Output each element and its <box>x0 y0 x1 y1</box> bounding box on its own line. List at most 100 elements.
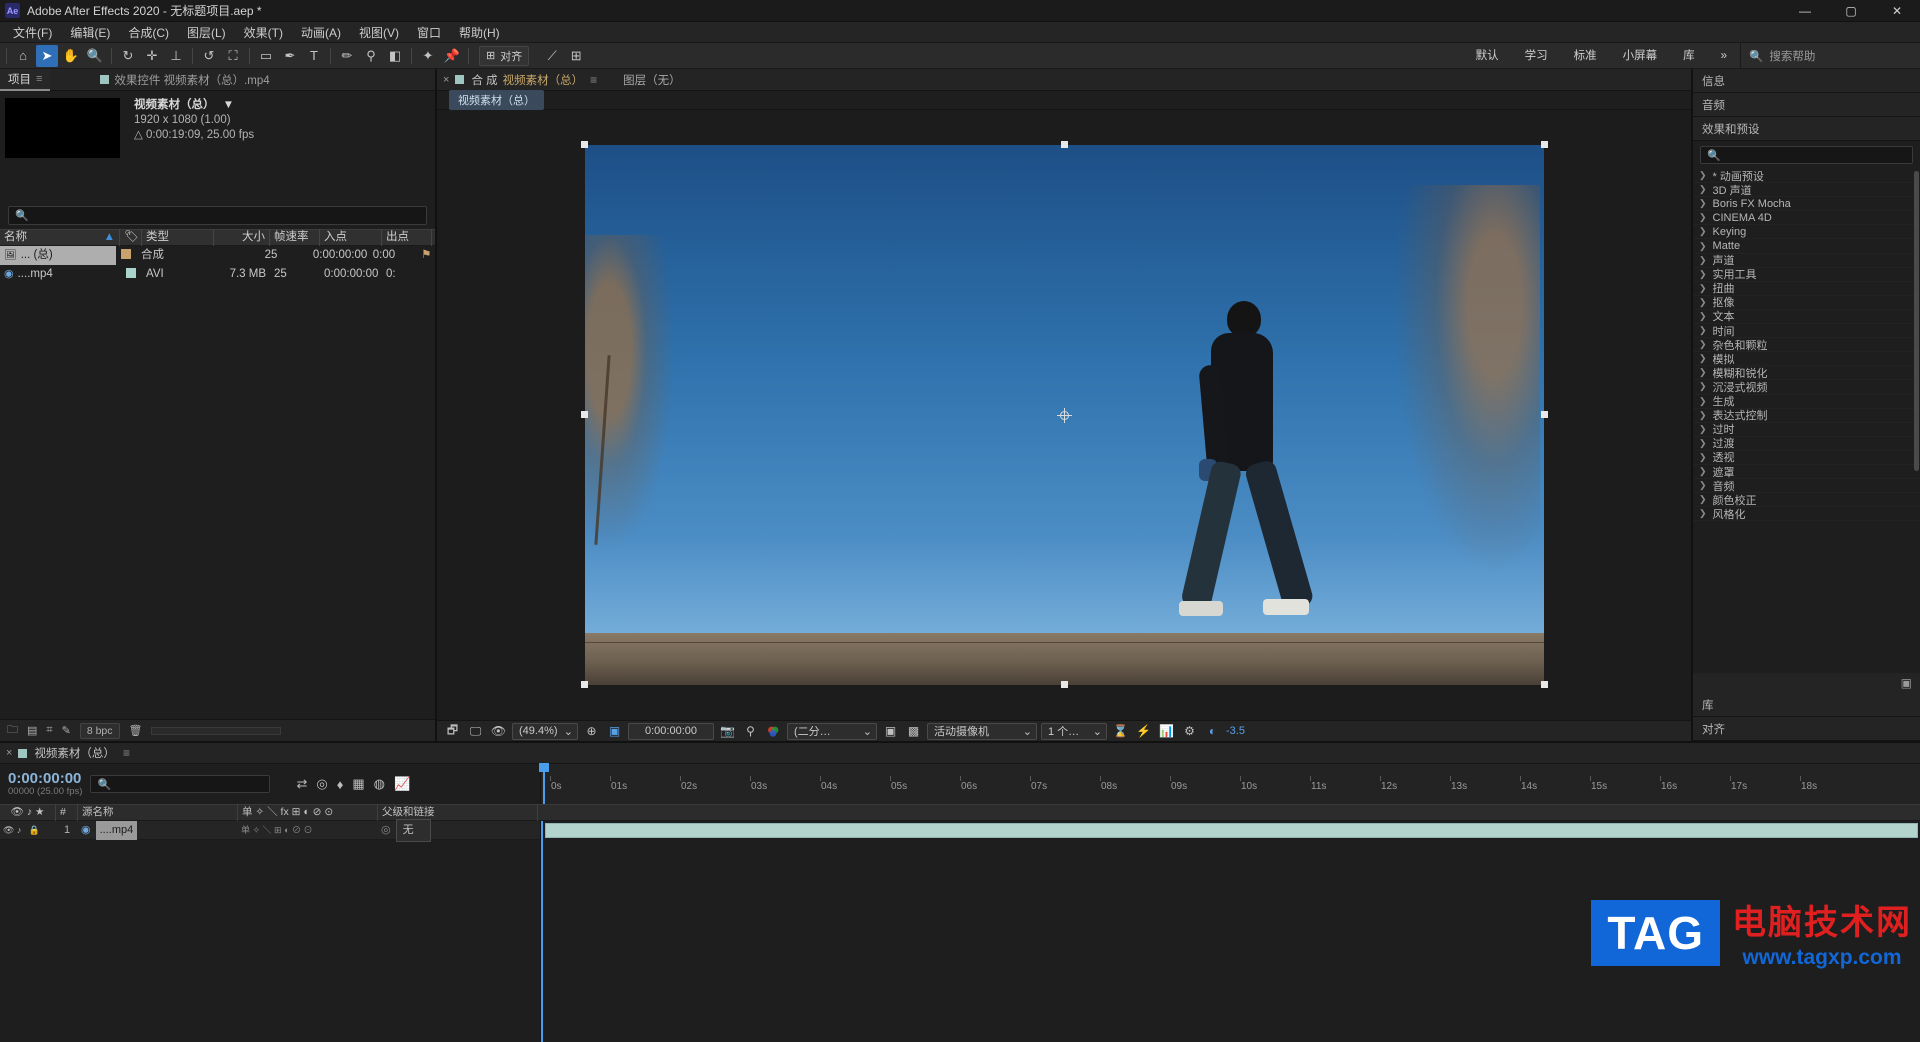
delete-icon[interactable]: 🗑 <box>129 724 143 737</box>
region-of-interest-icon[interactable]: 🖵 <box>466 723 485 740</box>
histogram-icon[interactable]: 📊 <box>1157 723 1176 740</box>
effects-category[interactable]: ❯ 风格化 <box>1693 507 1920 522</box>
exposure-icon[interactable]: ◐ <box>1203 723 1222 740</box>
maximize-button[interactable]: ▢ <box>1828 0 1874 22</box>
align-panel-button[interactable]: ⊞ 对齐 <box>479 45 530 66</box>
brush-tool-icon[interactable]: ✏ <box>336 45 358 67</box>
preview-dropdown-icon[interactable]: ▼ <box>223 99 234 111</box>
workspace-small-screen[interactable]: 小屏幕 <box>1610 43 1671 69</box>
menu-view[interactable]: 视图(V) <box>350 22 408 43</box>
selection-handle[interactable] <box>1060 141 1068 148</box>
project-search-input[interactable]: 🔍 <box>8 206 427 225</box>
column-framerate[interactable]: 帧速率 <box>270 229 320 246</box>
menu-effect[interactable]: 效果(T) <box>235 22 292 43</box>
effects-category[interactable]: ❯ 3D 声道 <box>1693 183 1920 198</box>
eraser-tool-icon[interactable]: ◧ <box>384 45 406 67</box>
effects-category[interactable]: ❯ Keying <box>1693 225 1920 240</box>
menu-layer[interactable]: 图层(L) <box>178 22 235 43</box>
resolution-select[interactable]: (二分… ⌄ <box>787 722 877 740</box>
anchor-point-icon[interactable] <box>1057 408 1072 423</box>
workspace-library[interactable]: 库 <box>1670 43 1708 69</box>
panel-library[interactable]: 库 <box>1693 693 1920 717</box>
renderer-icon[interactable]: ⚙ <box>1180 723 1199 740</box>
show-snapshot-icon[interactable]: ⚲ <box>741 723 760 740</box>
row-label-swatch[interactable] <box>120 265 142 284</box>
composition-tab-label[interactable]: 视频素材（总） <box>503 72 584 88</box>
panel-menu-icon[interactable]: ≡ <box>590 73 597 87</box>
layer-visibility-columns[interactable]: 👁 ♪ ★ 🔒 <box>0 804 56 835</box>
exposure-value[interactable]: -3.5 <box>1226 725 1245 737</box>
new-comp-icon[interactable]: ▤ <box>27 724 37 737</box>
selection-handle[interactable] <box>1060 681 1068 688</box>
panel-audio[interactable]: 音频 <box>1693 93 1920 117</box>
column-index[interactable]: # <box>56 804 78 821</box>
timeline-tab-label[interactable]: 视频素材（总） <box>34 745 115 761</box>
pan-behind-tool-icon[interactable]: ↺ <box>198 45 220 67</box>
color-depth-icon[interactable]: ✎ <box>62 724 71 737</box>
selection-tool-icon[interactable]: ➤ <box>36 44 58 67</box>
minimize-button[interactable]: — <box>1782 0 1828 22</box>
timeline-layer-row[interactable]: 👁 ♪ 🔒 1 ◉ ....mp4 单 ✧ ＼ ⊞ ◐ ⊘ ⊙ ◎ 无 <box>0 818 540 842</box>
shape-tool-icon[interactable]: ▭ <box>255 45 277 67</box>
column-name[interactable]: 名称 ▲ <box>0 229 120 246</box>
timeline-search-input[interactable]: 🔍 <box>90 775 271 793</box>
playhead[interactable] <box>539 763 549 804</box>
new-folder-icon[interactable]: 🗀 <box>7 721 18 740</box>
channel-icon[interactable] <box>764 723 783 740</box>
menu-help[interactable]: 帮助(H) <box>450 22 509 43</box>
panel-info[interactable]: 信息 <box>1693 69 1920 93</box>
toggle-mask-icon[interactable]: 👁 <box>489 723 508 740</box>
rotation-tool-icon[interactable]: ↻ <box>117 45 139 67</box>
workspace-learn[interactable]: 学习 <box>1512 43 1561 69</box>
layer-clip-bar[interactable] <box>545 823 1918 838</box>
column-out-point[interactable]: 出点 <box>382 229 432 246</box>
mask-tool-icon[interactable]: ⛶ <box>222 45 244 67</box>
workspace-more-button[interactable]: » <box>1708 43 1740 69</box>
always-preview-icon[interactable]: 🗗 <box>443 723 462 740</box>
graph-editor-icon[interactable]: 📈 <box>394 776 410 792</box>
layer-switches[interactable]: 单 ✧ ＼ ⊞ ◐ ⊘ ⊙ <box>238 821 378 840</box>
composition-viewer[interactable] <box>437 110 1691 720</box>
selection-handle[interactable] <box>580 681 588 688</box>
column-type[interactable]: 类型 <box>142 229 214 246</box>
menu-edit[interactable]: 编辑(E) <box>61 22 119 43</box>
column-source-name[interactable]: 源名称 <box>78 804 238 821</box>
type-tool-icon[interactable]: T <box>303 45 325 67</box>
column-switches[interactable]: 单 ✧ ＼ fx ⊞ ◐ ⊘ ⊙ <box>238 804 378 821</box>
close-button[interactable]: ✕ <box>1874 0 1920 22</box>
column-in-point[interactable]: 入点 <box>320 229 382 246</box>
effects-search-input[interactable]: 🔍 <box>1700 146 1913 164</box>
panel-menu-icon[interactable]: ≡ <box>123 746 130 760</box>
hand-tool-icon[interactable]: ✋ <box>60 45 82 67</box>
row-label-swatch[interactable] <box>116 246 137 265</box>
effects-category[interactable]: ❯ CINEMA 4D <box>1693 211 1920 226</box>
fast-preview-icon[interactable]: ⚡ <box>1134 723 1153 740</box>
toggle-transparency-icon[interactable]: ▣ <box>605 723 624 740</box>
timeline-icon[interactable]: ⌛ <box>1111 723 1130 740</box>
selection-handle[interactable] <box>1540 411 1548 418</box>
breadcrumb-comp-chip[interactable]: 视频素材（总） <box>449 90 544 110</box>
transparency-grid-icon[interactable]: ▩ <box>904 723 923 740</box>
menu-file[interactable]: 文件(F) <box>4 22 61 43</box>
column-size[interactable]: 大小 <box>214 229 270 246</box>
layer-parent-select[interactable]: 无 <box>395 818 431 842</box>
layer-toggles[interactable]: 👁 ♪ 🔒 <box>0 821 56 840</box>
motion-blur-icon[interactable]: ◍ <box>374 776 385 792</box>
panel-align[interactable]: 对齐 <box>1693 717 1920 741</box>
snapshot-icon[interactable]: 📷 <box>718 723 737 740</box>
pen-tool-icon[interactable]: ✒ <box>279 45 301 67</box>
snapping-icon[interactable]: ⟋ <box>541 45 563 67</box>
selection-handle[interactable] <box>580 411 588 418</box>
camera-select[interactable]: 活动摄像机 ⌄ <box>927 722 1037 740</box>
menu-animation[interactable]: 动画(A) <box>292 22 350 43</box>
table-row[interactable]: ◉ ....mp4 AVI 7.3 MB 25 0:00:00:00 0: <box>0 265 435 284</box>
hide-shy-layers-icon[interactable]: ♦ <box>337 777 344 792</box>
menu-composition[interactable]: 合成(C) <box>119 22 178 43</box>
panel-effects-and-presets[interactable]: 效果和预设 <box>1693 117 1920 141</box>
selection-handle[interactable] <box>580 141 588 148</box>
close-icon[interactable]: × <box>437 74 455 86</box>
pick-whip-icon[interactable]: ◎ <box>381 821 391 840</box>
tab-effect-controls[interactable]: 效果控件 视频素材（总）.mp4 <box>92 69 277 91</box>
column-label-swatch[interactable]: 🏷 <box>120 229 142 246</box>
workspace-standard[interactable]: 标准 <box>1561 43 1610 69</box>
